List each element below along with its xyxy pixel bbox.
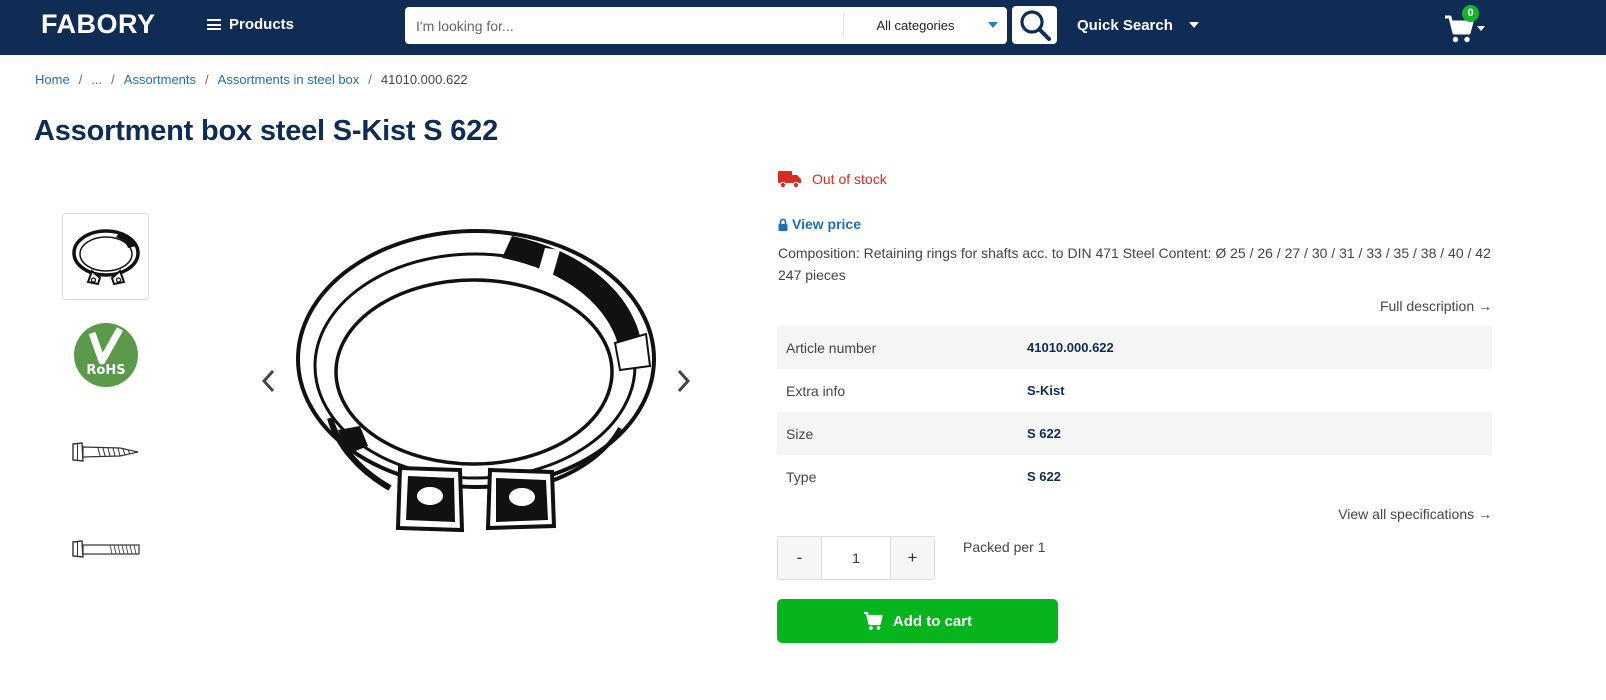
chevron-down-icon[interactable] [1189, 22, 1199, 28]
breadcrumb-separator: / [111, 72, 115, 87]
cart-button[interactable]: 0 [1443, 5, 1493, 46]
thumbnail-hex-screw[interactable] [62, 408, 149, 495]
spec-value: 41010.000.622 [1027, 340, 1114, 355]
view-all-specifications-link[interactable]: View all specifications → [1338, 506, 1492, 522]
packed-per-label: Packed per 1 [963, 539, 1046, 555]
hex-bolt-thumbnail-image [71, 539, 140, 558]
spec-value: S-Kist [1027, 383, 1065, 398]
search-bar: All categories [405, 7, 1007, 44]
breadcrumb-home[interactable]: Home [35, 72, 70, 87]
breadcrumb: Home / ... / Assortments / Assortments i… [35, 72, 468, 87]
image-next-button[interactable] [674, 368, 694, 394]
hex-screw-thumbnail-image [71, 441, 138, 462]
truck-icon [778, 171, 801, 189]
spec-key: Type [786, 468, 817, 485]
chevron-down-icon [1477, 26, 1485, 31]
spec-key: Size [786, 425, 814, 442]
search-icon [1019, 10, 1051, 41]
cart-count-badge: 0 [1462, 5, 1479, 22]
spec-row: Size S 622 [777, 412, 1492, 455]
quantity-input[interactable] [821, 537, 891, 579]
image-prev-button[interactable] [258, 368, 278, 394]
quantity-stepper: - + [777, 536, 935, 580]
spec-value: S 622 [1027, 469, 1061, 484]
search-input[interactable] [405, 7, 843, 44]
view-price-link[interactable]: View price [778, 216, 861, 232]
composition-line-1: Composition: Retaining rings for shafts … [778, 245, 1491, 261]
chevron-down-icon [988, 22, 998, 28]
spec-row: Article number 41010.000.622 [777, 326, 1492, 369]
chevron-right-icon [677, 369, 691, 393]
lock-icon [778, 218, 788, 231]
cart-icon [863, 611, 883, 630]
stock-status-text: Out of stock [812, 171, 887, 187]
search-button[interactable] [1012, 6, 1057, 44]
hamburger-icon [207, 19, 221, 30]
category-select-value: All categories [876, 18, 955, 33]
breadcrumb-separator: / [78, 72, 83, 87]
breadcrumb-separator: / [205, 72, 209, 87]
quick-search-button[interactable]: Quick Search [1077, 17, 1173, 34]
products-label: Products [229, 16, 295, 33]
full-description-link[interactable]: Full description → [1380, 298, 1492, 314]
breadcrumb-separator: / [368, 72, 372, 87]
spec-row: Extra info S-Kist [777, 369, 1492, 412]
stock-status: Out of stock [778, 169, 887, 189]
thumbnail-rohs[interactable]: RoHS [62, 311, 149, 398]
retaining-ring-main-image [296, 229, 656, 533]
thumbnail-hex-bolt[interactable] [62, 505, 149, 592]
fabory-logo[interactable]: FABORY [41, 9, 156, 40]
products-menu-button[interactable]: Products [207, 16, 294, 33]
quantity-increase-button[interactable]: + [891, 537, 934, 579]
breadcrumb-steel-box[interactable]: Assortments in steel box [218, 72, 360, 87]
product-composition: Composition: Retaining rings for shafts … [778, 243, 1498, 286]
spec-row: Type S 622 [777, 455, 1492, 498]
add-to-cart-label: Add to cart [892, 612, 973, 630]
specifications-table: Article number 41010.000.622 Extra info … [777, 326, 1492, 498]
spec-key: Article number [786, 339, 877, 356]
quantity-decrease-button[interactable]: - [778, 537, 821, 579]
breadcrumb-ellipsis[interactable]: ... [91, 72, 102, 87]
add-to-cart-button[interactable]: Add to cart [777, 599, 1058, 643]
chevron-left-icon [261, 369, 275, 393]
rohs-label: RoHS [86, 363, 125, 378]
category-select[interactable]: All categories [844, 7, 1007, 44]
spec-key: Extra info [786, 382, 846, 399]
breadcrumb-assortments[interactable]: Assortments [124, 72, 196, 87]
composition-line-2: 247 pieces [778, 266, 846, 283]
view-price-label: View price [792, 216, 862, 232]
retaining-ring-thumbnail-image [71, 228, 140, 285]
page-title: Assortment box steel S-Kist S 622 [34, 115, 498, 147]
thumbnail-retaining-ring[interactable] [62, 213, 149, 300]
spec-value: S 622 [1027, 426, 1061, 441]
breadcrumb-current: 41010.000.622 [380, 72, 468, 87]
rohs-logo-image: RoHS [73, 322, 138, 387]
top-header: FABORY Products All categories Quick Sea… [0, 0, 1606, 55]
